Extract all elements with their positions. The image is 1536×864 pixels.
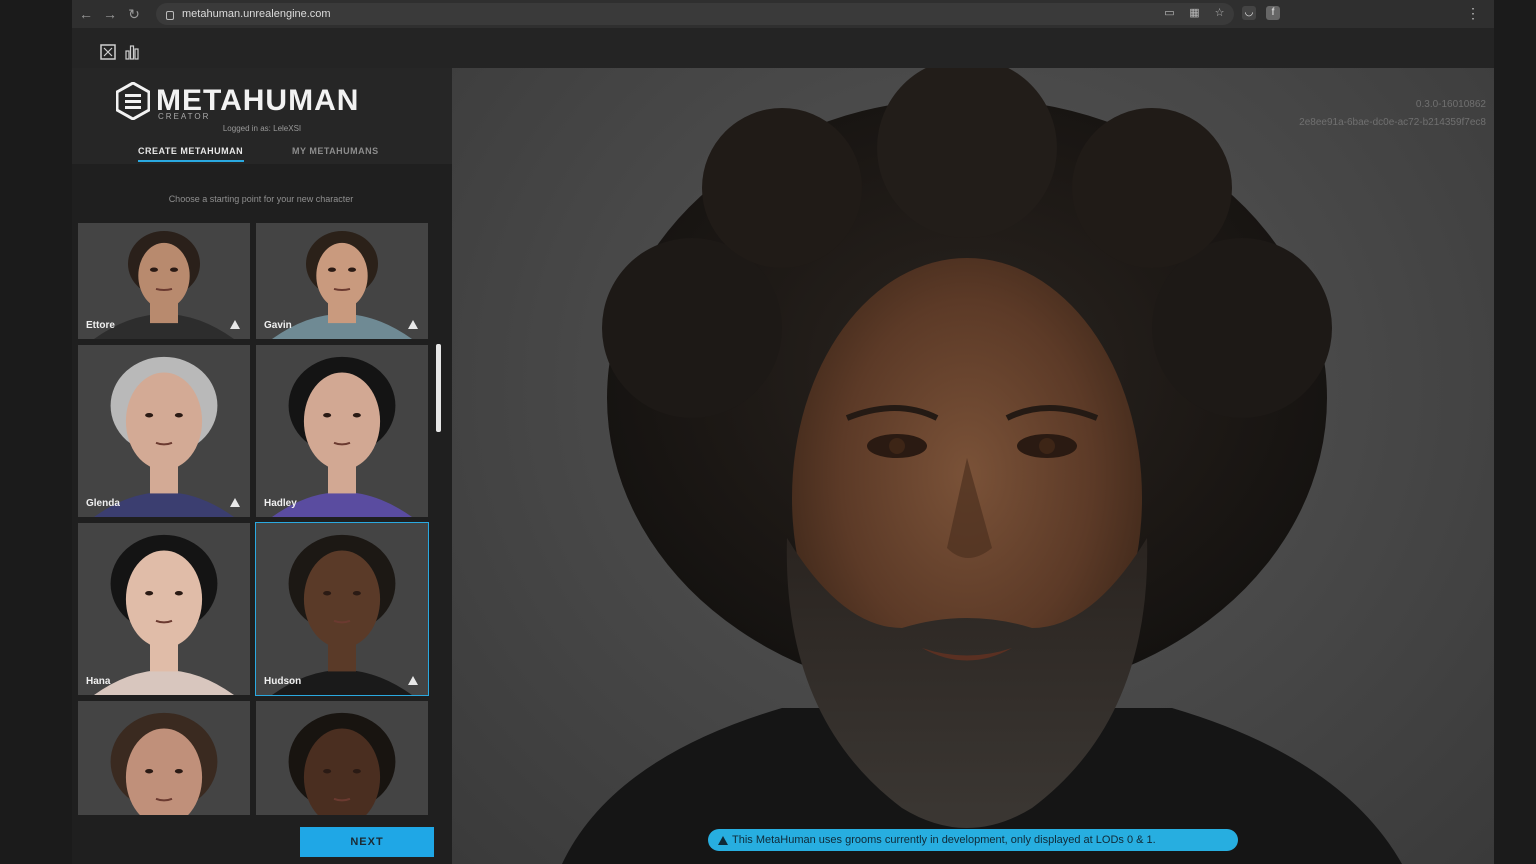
reload-icon[interactable]: ↻ [122,2,146,26]
warning-icon [230,320,240,329]
portrait-image [256,523,428,695]
version-text: 0.3.0-16010862 [1415,99,1486,110]
preset-card-selected[interactable]: Hudson [255,522,429,696]
warning-icon [230,498,240,507]
preset-card[interactable]: Hadley [256,345,428,517]
warning-icon [718,835,728,845]
stats-icon[interactable] [124,44,140,60]
portrait-image [78,523,250,695]
groom-notice: This MetaHuman uses grooms currently in … [708,829,1238,851]
warning-icon [408,676,418,685]
preset-name: Hadley [264,498,297,509]
active-tab-indicator [138,160,244,162]
portrait-image [256,701,428,815]
preset-name: Gavin [264,320,292,331]
preset-name: Hudson [264,676,302,687]
metahuman-logo-icon [116,82,150,120]
pocket-icon[interactable]: ◡ [1242,6,1256,20]
lock-icon [166,10,174,20]
character-viewport[interactable]: 0.3.0-16010862 2e8ee91a-6bae-dc0e-ac72-b… [452,68,1494,864]
browser-menu-icon[interactable]: ⋮ [1466,6,1480,20]
forward-icon[interactable]: → [98,2,122,26]
preset-card[interactable] [256,701,428,815]
next-button[interactable]: NEXT [300,827,434,857]
character-render [562,68,1402,864]
portrait-image [78,345,250,517]
preset-card[interactable]: Gavin [256,223,428,339]
preset-grid: Ettore Gavin Glenda Hadley Hana Hudson [78,223,430,815]
preset-name: Ettore [86,320,115,331]
build-id-text: 2e8ee91a-6bae-dc0e-ac72-b214359f7ec8 [1299,117,1486,128]
browser-toolbar: ← → ↻ metahuman.unrealengine.com ▭ ▦ ☆ ◡… [72,0,1494,28]
facebook-icon[interactable]: f [1266,6,1280,20]
fullscreen-icon[interactable] [100,44,116,60]
scrollbar-thumb[interactable] [436,344,441,432]
preset-name: Glenda [86,498,120,509]
preset-panel: METAHUMAN CREATOR Logged in as: LeleXSI … [72,68,452,864]
qr-icon[interactable]: ▦ [1188,7,1201,20]
portrait-image [78,701,250,815]
tab-create-metahuman[interactable]: CREATE METAHUMAN [138,146,243,156]
back-icon[interactable]: ← [74,2,98,26]
preset-card[interactable] [78,701,250,815]
preset-card[interactable]: Glenda [78,345,250,517]
cast-icon[interactable]: ▭ [1163,7,1176,20]
star-icon[interactable]: ☆ [1213,7,1226,20]
app-toolbar [72,28,1494,68]
build-info: 0.3.0-16010862 2e8ee91a-6bae-dc0e-ac72-b… [1299,96,1486,132]
portrait-image [256,345,428,517]
tab-my-metahumans[interactable]: MY METAHUMANS [292,146,379,156]
logged-in-label: Logged in as: LeleXSI [222,124,302,133]
preset-card[interactable]: Ettore [78,223,250,339]
logo-subtitle: CREATOR [158,112,211,121]
preset-card[interactable]: Hana [78,523,250,695]
instruction-text: Choose a starting point for your new cha… [168,194,354,204]
app-window: ← → ↻ metahuman.unrealengine.com ▭ ▦ ☆ ◡… [72,0,1494,864]
url-text: metahuman.unrealengine.com [182,8,331,20]
preset-name: Hana [86,676,111,687]
tab-bar: CREATE METAHUMAN MY METAHUMANS [72,140,452,164]
notice-text: This MetaHuman uses grooms currently in … [732,834,1156,846]
address-bar[interactable]: metahuman.unrealengine.com ▭ ▦ ☆ [156,3,1234,25]
warning-icon [408,320,418,329]
